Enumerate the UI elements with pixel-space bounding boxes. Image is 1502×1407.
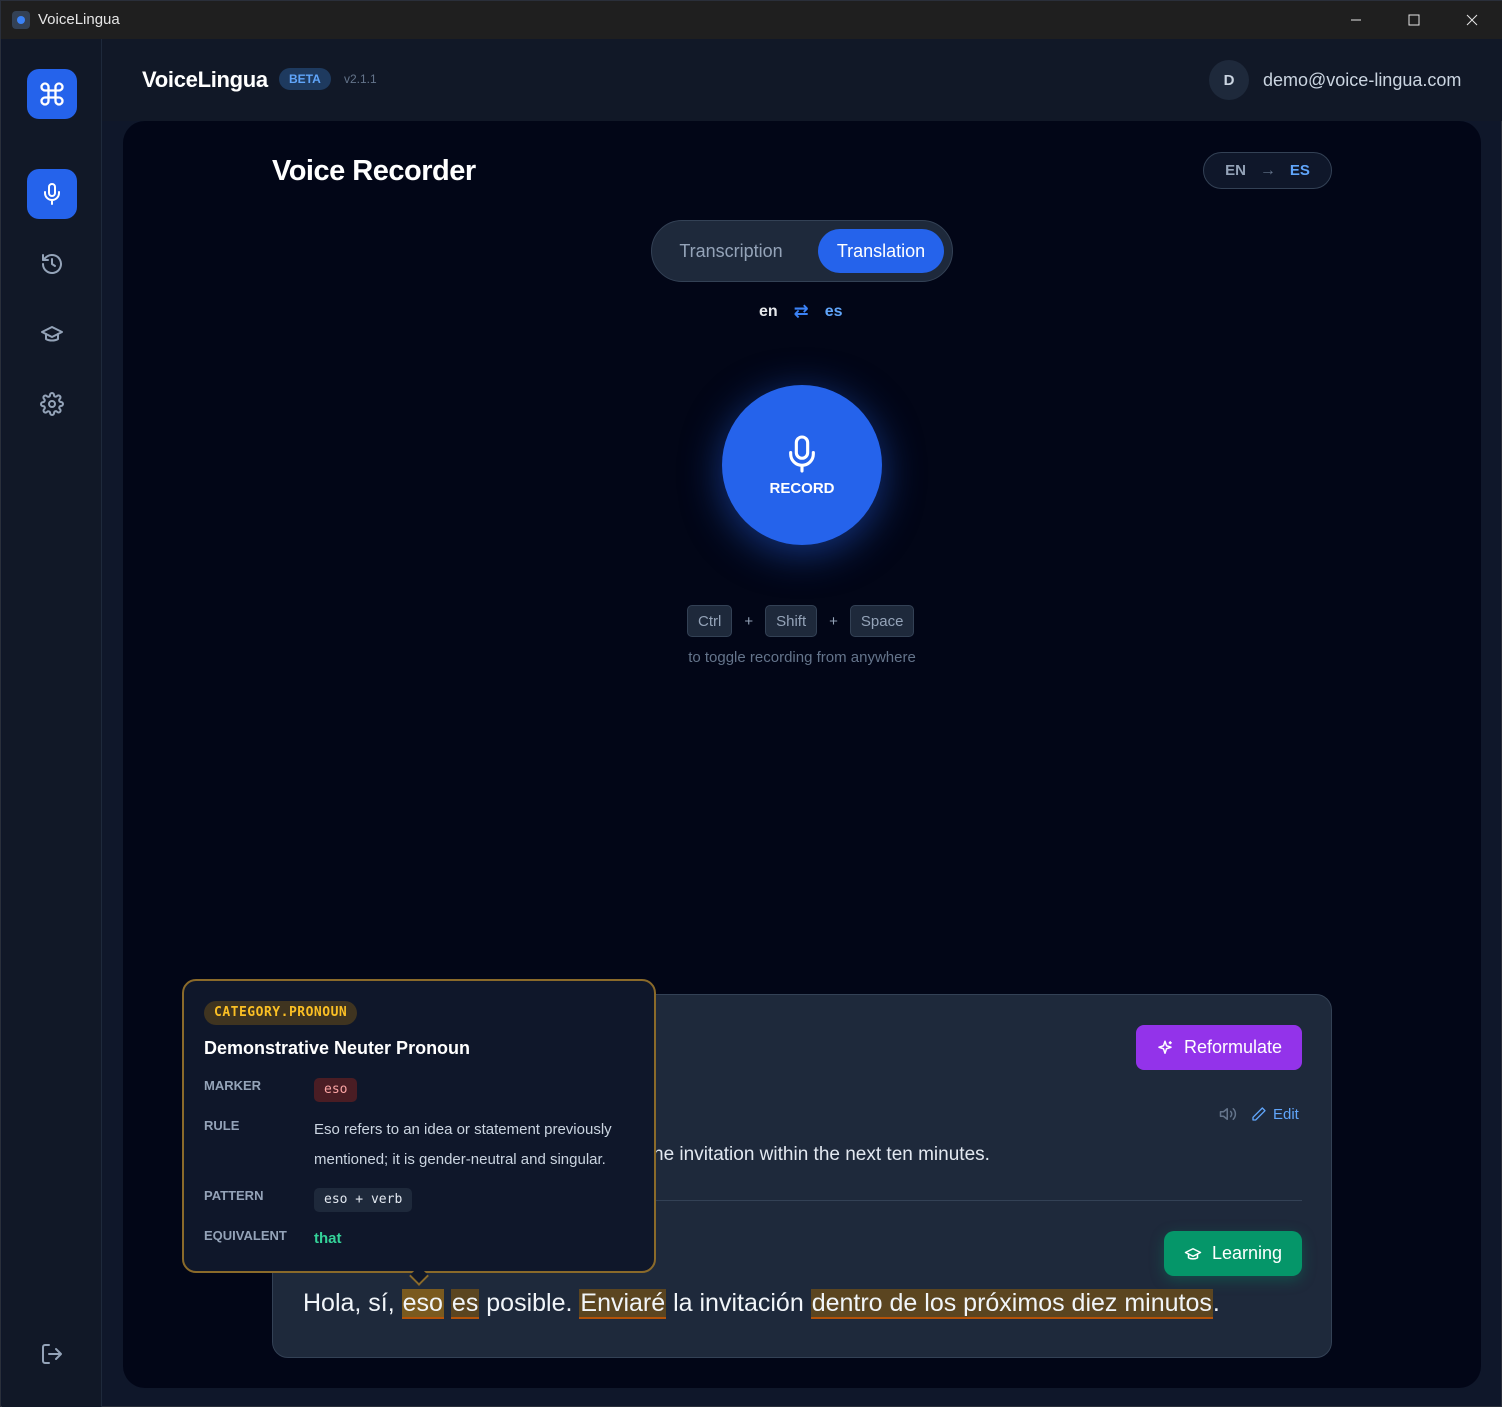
equivalent-value: that [314, 1230, 342, 1247]
learning-button[interactable]: Learning [1164, 1231, 1302, 1276]
history-icon [42, 254, 62, 274]
marker-value: eso [314, 1078, 358, 1102]
pair-source: en [759, 302, 778, 320]
arrow-right-icon: → [1259, 161, 1276, 179]
text-segment: Hola, sí, [303, 1289, 402, 1317]
source-tools: Edit [1219, 1105, 1299, 1123]
app-icon [12, 11, 30, 29]
shortcut-keys: Ctrl + Shift + Space [687, 605, 915, 637]
text-segment [444, 1289, 451, 1317]
version-label: v2.1.1 [344, 72, 377, 86]
key-separator: + [744, 612, 754, 630]
highlight-enviare[interactable]: Enviaré [579, 1289, 667, 1319]
key-ctrl: Ctrl [687, 605, 733, 637]
mic-icon [789, 434, 815, 473]
maximize-icon [1408, 14, 1420, 26]
language-pair: en ⇄ es [759, 301, 843, 322]
mode-toggle: Transcription Translation [651, 220, 953, 282]
highlight-eso[interactable]: eso [401, 1289, 444, 1319]
graduation-cap-icon [1184, 1247, 1202, 1260]
sidebar-item-record[interactable] [27, 169, 77, 219]
mic-icon [44, 183, 60, 205]
text-segment: la invitación [666, 1289, 811, 1317]
text-segment: posible. [479, 1289, 580, 1317]
equivalent-label: EQUIVALENT [204, 1228, 287, 1243]
minimize-button[interactable] [1327, 1, 1385, 39]
sidebar-item-history[interactable] [27, 239, 77, 289]
header: VoiceLingua BETA v2.1.1 D demo@voice-lin… [102, 39, 1502, 121]
pair-target: es [824, 302, 843, 320]
category-badge: CATEGORY.PRONOUN [204, 1001, 358, 1025]
grammar-tooltip: CATEGORY.PRONOUN Demonstrative Neuter Pr… [182, 979, 656, 1286]
logout-icon [42, 1344, 62, 1364]
sidebar-item-settings[interactable] [27, 379, 77, 429]
key-shift: Shift [765, 605, 818, 637]
rule-line: mentioned; it is gender-neutral and sing… [314, 1151, 606, 1168]
highlight-es[interactable]: es [450, 1289, 480, 1319]
tab-translation[interactable]: Translation [818, 229, 944, 273]
translated-text: Hola, sí, eso es posible. Enviaré la inv… [303, 1289, 1220, 1319]
sparkles-icon [1158, 1040, 1172, 1054]
swap-icon[interactable]: ⇄ [794, 301, 809, 322]
window-title: VoiceLingua [38, 11, 120, 28]
gear-icon [40, 392, 64, 416]
maximize-button[interactable] [1385, 1, 1443, 39]
key-separator: + [829, 612, 838, 630]
graduation-cap-icon [41, 326, 63, 342]
speaker-icon[interactable] [1219, 1105, 1237, 1123]
user-email[interactable]: demo@voice-lingua.com [1263, 70, 1461, 91]
app-window: VoiceLingua VoiceLingua BETA v2.1.1 D de… [0, 0, 1502, 1407]
record-label: RECORD [769, 479, 835, 497]
highlight-dentro-de[interactable]: dentro de los próximos diez minutos [810, 1289, 1213, 1319]
close-button[interactable] [1443, 1, 1501, 39]
tab-transcription[interactable]: Transcription [664, 229, 798, 273]
title-bar: VoiceLingua [1, 1, 1502, 39]
pattern-value: eso + verb [314, 1188, 413, 1212]
learning-label: Learning [1211, 1243, 1283, 1263]
pattern-label: PATTERN [204, 1188, 264, 1203]
target-language: ES [1289, 162, 1310, 179]
command-icon [40, 82, 64, 106]
tooltip-title: Demonstrative Neuter Pronoun [204, 1038, 471, 1058]
language-pair-selector[interactable]: EN → ES [1203, 152, 1332, 189]
source-text: he invitation within the next ten minute… [653, 1144, 990, 1165]
rule-text: Eso refers to an idea or statement previ… [314, 1115, 634, 1175]
rule-label: RULE [204, 1118, 240, 1133]
close-icon [1466, 14, 1478, 26]
edit-button[interactable]: Edit [1251, 1106, 1299, 1123]
logout-button[interactable] [27, 1329, 77, 1379]
rule-line: Eso refers to an idea or statement previ… [314, 1121, 612, 1138]
sidebar-item-learning[interactable] [27, 309, 77, 359]
reformulate-label: Reformulate [1183, 1037, 1283, 1057]
page-title: Voice Recorder [272, 155, 476, 187]
key-space: Space [849, 605, 915, 637]
text-segment: . [1212, 1289, 1220, 1317]
minimize-icon [1351, 19, 1361, 21]
pencil-icon [1252, 1107, 1266, 1121]
main-panel: Voice Recorder EN → ES Transcription Tra… [123, 121, 1481, 1388]
brand-name: VoiceLingua [142, 67, 268, 92]
marker-label: MARKER [204, 1078, 262, 1093]
shortcut-hint: to toggle recording from anywhere [688, 649, 916, 666]
beta-badge: BETA [279, 68, 331, 90]
sidebar [2, 39, 102, 1407]
avatar[interactable]: D [1209, 60, 1249, 100]
reformulate-button[interactable]: Reformulate [1136, 1025, 1302, 1070]
logo-button[interactable] [27, 69, 77, 119]
record-button[interactable]: RECORD [722, 385, 882, 545]
edit-label: Edit [1273, 1105, 1299, 1123]
source-language: EN [1225, 162, 1246, 179]
